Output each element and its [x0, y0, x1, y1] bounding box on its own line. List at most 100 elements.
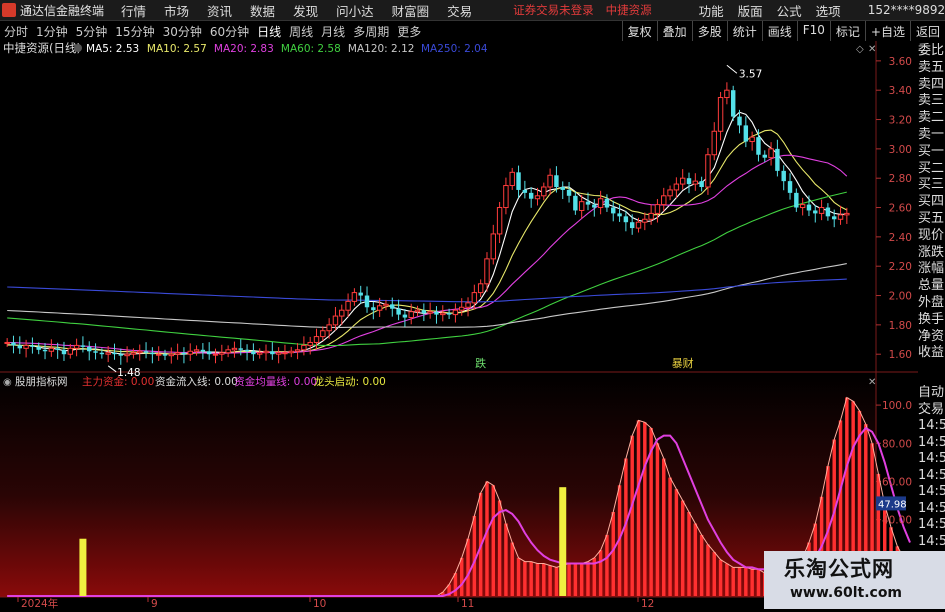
period-tab-1[interactable]: 1分钟 [32, 23, 72, 40]
candle [219, 344, 225, 361]
right-menu-item-3[interactable]: 选项 [809, 1, 848, 20]
period-tab-9[interactable]: 多周期 [349, 23, 393, 40]
menu-item-2[interactable]: 资讯 [198, 1, 241, 20]
low-marker-line [107, 365, 117, 373]
quote-panel: 委比 卖五 卖四 卖三 卖二 卖一 买一 买二 买三 买四 买五 现价 涨跌 涨幅 总量 外盘 换手 净资 收益 [918, 43, 945, 362]
candle [251, 343, 256, 361]
period-tab-7[interactable]: 周线 [285, 23, 317, 40]
settings-dot-icon[interactable] [74, 44, 82, 52]
quote-field-12: 涨跌 [918, 244, 945, 260]
ma-legend-1: MA10: 2.57 [147, 43, 207, 55]
right-menu-item-1[interactable]: 版面 [731, 1, 770, 20]
kline-chart-svg[interactable]: 3.60 3.40 3.20 3.00 2.80 2.60 2.40 2.20 2.00 1.80… [0, 41, 945, 610]
menu-item-6[interactable]: 财富圈 [383, 1, 439, 20]
candle [263, 344, 269, 361]
chart-toolbar: 复权 叠加 多股 统计 画线 F10 标记 +自选 返回 [621, 21, 945, 41]
candle [73, 338, 80, 357]
high-marker-line [726, 64, 738, 74]
quote-field-1: 卖五 [918, 59, 945, 75]
sub-tick-label: 100.0 [882, 400, 912, 412]
candle [150, 347, 155, 364]
sub-legend-1: 资金流入线: 0.00 [155, 375, 238, 388]
tool-button-1[interactable]: 叠加 [656, 21, 692, 41]
candle [371, 301, 376, 320]
period-tab-8[interactable]: 月线 [317, 23, 349, 40]
period-tab-4[interactable]: 30分钟 [159, 23, 206, 40]
quote-field-18: 收益 [918, 345, 945, 361]
right-menu-item-2[interactable]: 公式 [770, 1, 809, 20]
price-tick-label: 2.80 [889, 173, 912, 185]
candle [509, 167, 515, 190]
x-axis-label-0: 2024年 [21, 597, 58, 609]
candle [813, 204, 818, 223]
dragon-start-bar [559, 487, 567, 596]
candle [452, 303, 459, 323]
tool-button-6[interactable]: 标记 [829, 21, 865, 41]
period-tab-3[interactable]: 15分钟 [111, 23, 158, 40]
candle [345, 293, 351, 317]
period-tab-5[interactable]: 60分钟 [206, 23, 253, 40]
sub-title: 股朋指标网 [15, 375, 68, 388]
menu-item-1[interactable]: 市场 [155, 1, 198, 20]
candle [396, 299, 401, 321]
candle [673, 177, 680, 198]
price-tick-label: 1.60 [889, 349, 912, 361]
cursor-value-label: 47.98 [878, 499, 907, 510]
candle [528, 187, 534, 208]
candle [231, 341, 238, 358]
main-menu: 行情 市场 资讯 数据 发现 问小达 财富圈 交易 [112, 1, 481, 20]
sub-tick-label: 40.00 [882, 515, 912, 527]
candle [711, 122, 717, 161]
period-tab-0[interactable]: 分时 [0, 23, 32, 40]
tool-button-3[interactable]: 统计 [726, 21, 762, 41]
menu-item-4[interactable]: 发现 [284, 1, 327, 20]
price-tick-label: 3.60 [889, 56, 912, 68]
x-axis-label-4: 12 [641, 598, 654, 609]
candle [503, 177, 509, 215]
period-tab-6[interactable]: 日线 [253, 23, 285, 40]
candle [174, 343, 181, 360]
price-tick-label: 3.40 [889, 85, 912, 97]
candle [717, 91, 724, 141]
tool-button-4[interactable]: 画线 [761, 21, 797, 41]
quote-field-13: 涨幅 [918, 261, 945, 277]
quote-field-10: 买五 [918, 210, 945, 226]
candle [781, 165, 786, 191]
tool-button-8[interactable]: 返回 [909, 21, 945, 41]
ma-line-5 [7, 111, 847, 355]
trade-field-3: 14:56 [918, 434, 945, 450]
period-tab-10[interactable]: 更多 [393, 23, 425, 40]
candle [794, 188, 799, 212]
menu-item-0[interactable]: 行情 [112, 1, 155, 20]
candle [799, 197, 806, 216]
quote-field-8: 买三 [918, 177, 945, 193]
trade-login-warning[interactable]: 证券交易未登录 [513, 2, 594, 18]
candle [402, 309, 408, 327]
candle [434, 306, 439, 324]
candle [326, 318, 332, 339]
candle [844, 207, 850, 224]
candle [699, 176, 704, 192]
watermark-title: 乐淘公式网 [784, 557, 894, 581]
tool-button-7[interactable]: +自选 [864, 21, 910, 41]
menu-item-5[interactable]: 问小达 [327, 1, 383, 20]
period-tab-2[interactable]: 5分钟 [72, 23, 112, 40]
quote-field-11: 现价 [918, 227, 945, 243]
ma-line-120 [7, 263, 847, 328]
menu-item-3[interactable]: 数据 [241, 1, 284, 20]
app-logo: 通达信金融终端 [0, 2, 104, 19]
tool-button-0[interactable]: 复权 [621, 21, 657, 41]
user-account[interactable]: 152****9892 ▾ [868, 3, 945, 17]
right-menu-item-0[interactable]: 功能 [692, 1, 731, 20]
price-tick-label: 2.20 [889, 261, 912, 273]
price-tick-label: 3.20 [889, 115, 912, 127]
candle [837, 205, 844, 225]
candle [440, 305, 446, 322]
candle [30, 337, 35, 354]
menu-item-7[interactable]: 交易 [438, 1, 481, 20]
tool-button-5[interactable]: F10 [796, 21, 830, 41]
chart-area[interactable]: 3.60 3.40 3.20 3.00 2.80 2.60 2.40 2.20 2.00 1.80… [0, 41, 945, 610]
tool-button-2[interactable]: 多股 [691, 21, 727, 41]
sub-settings-icon: ◉ [3, 377, 12, 388]
candle [477, 279, 484, 297]
